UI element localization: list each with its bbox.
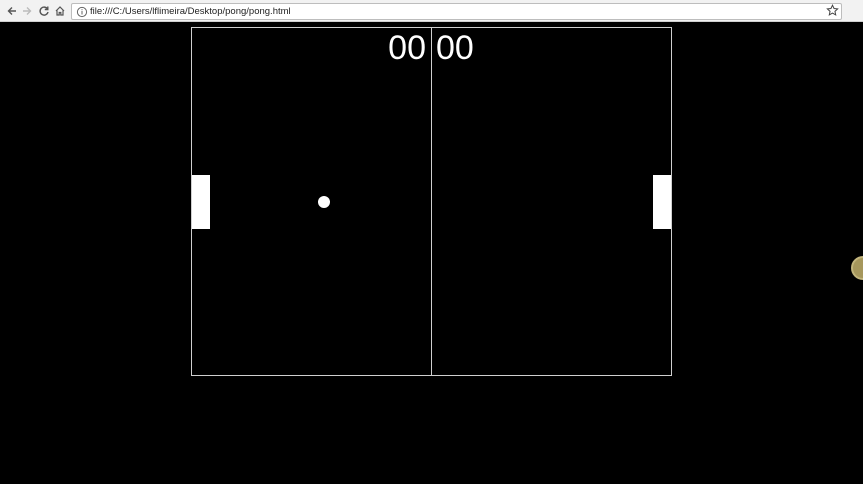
info-icon[interactable] bbox=[76, 6, 88, 18]
forward-arrow-icon[interactable] bbox=[19, 3, 35, 19]
address-bar[interactable]: file:///C:/Users/lflimeira/Desktop/pong/… bbox=[71, 3, 842, 20]
pong-field: 00 00 bbox=[191, 27, 672, 376]
left-paddle bbox=[192, 175, 210, 229]
center-net-line bbox=[431, 28, 432, 375]
right-paddle bbox=[653, 175, 671, 229]
score-right: 00 bbox=[436, 29, 474, 67]
back-arrow-icon[interactable] bbox=[4, 3, 20, 19]
home-icon[interactable] bbox=[52, 3, 68, 19]
score-left: 00 bbox=[388, 29, 426, 67]
cursor-indicator bbox=[851, 256, 863, 280]
reload-icon[interactable] bbox=[36, 3, 52, 19]
ball bbox=[318, 196, 330, 208]
url-text[interactable]: file:///C:/Users/lflimeira/Desktop/pong/… bbox=[90, 6, 291, 18]
browser-toolbar: file:///C:/Users/lflimeira/Desktop/pong/… bbox=[0, 0, 863, 22]
star-icon[interactable] bbox=[826, 4, 839, 17]
